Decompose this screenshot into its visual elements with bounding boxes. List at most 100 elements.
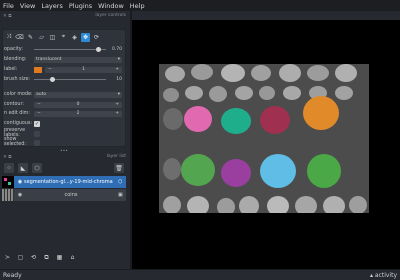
label-label: label: xyxy=(4,67,18,72)
erase-brush-icon[interactable]: ◈ xyxy=(70,33,79,42)
label-spinbox[interactable]: − 1 + xyxy=(45,66,122,73)
dock-drag-handle[interactable]: ••• xyxy=(60,149,68,154)
shuffle-colors-icon[interactable]: ⤨ xyxy=(4,33,13,42)
menu-help[interactable]: Help xyxy=(127,2,148,10)
dock-close-icon[interactable]: ✕ ⧉ xyxy=(3,13,11,19)
layer-thumbnail xyxy=(2,176,14,188)
blending-value: translucent xyxy=(36,57,62,62)
transpose-icon[interactable]: ⧉ xyxy=(42,253,51,262)
polygon-icon[interactable]: ▱ xyxy=(37,33,46,42)
new-labels-icon[interactable]: ⬡ xyxy=(32,163,42,173)
activity-button[interactable]: ▴ activity xyxy=(370,272,397,279)
brush-size-label: brush size: xyxy=(4,77,31,82)
layer-row[interactable]: ◉ segmentation-gl...y-19-mid-chroma ⬡ xyxy=(2,176,126,188)
transform-icon[interactable]: ⟳ xyxy=(92,33,101,42)
minus-icon[interactable]: − xyxy=(37,111,41,116)
layer-name: segmentation-gl...y-19-mid-chroma xyxy=(24,179,113,185)
fill-icon[interactable]: ◫ xyxy=(48,33,57,42)
blending-label: blending: xyxy=(4,57,27,62)
layer-list-title: layer list xyxy=(106,154,126,159)
coin xyxy=(217,198,235,213)
plus-icon[interactable]: + xyxy=(115,67,119,72)
console-icon[interactable]: ≻ xyxy=(3,253,12,262)
minus-icon[interactable]: − xyxy=(48,67,52,72)
contiguous-label: contiguous: xyxy=(4,121,33,126)
coin xyxy=(185,86,203,100)
labels-type-icon: ⬡ xyxy=(118,179,123,185)
coin xyxy=(259,86,275,100)
n-edit-dim-value: 2 xyxy=(76,111,80,116)
menu-window[interactable]: Window xyxy=(95,2,127,10)
coin xyxy=(163,108,183,130)
brush-size-value: 10 xyxy=(116,76,122,82)
layer-row[interactable]: ◉ coins ▣ xyxy=(2,189,126,201)
brush-size-slider[interactable]: 10 xyxy=(34,77,122,83)
new-points-icon[interactable]: ⁘ xyxy=(4,163,14,173)
eye-icon[interactable]: ◉ xyxy=(16,192,24,198)
menu-view[interactable]: View xyxy=(17,2,38,10)
contour-row: contour: − 0 + xyxy=(4,100,122,109)
color-mode-label: color mode: xyxy=(4,92,33,97)
segmented-coin-pink xyxy=(184,106,212,132)
coin xyxy=(295,196,317,213)
coins-image[interactable] xyxy=(159,64,369,213)
grid-icon[interactable]: ▦ xyxy=(55,253,64,262)
n-edit-dim-row: n edit dim: − 2 + xyxy=(4,109,122,118)
coin xyxy=(163,196,181,213)
menubar: File View Layers Plugins Window Help xyxy=(0,0,400,11)
n-edit-dim-spinbox[interactable]: − 2 + xyxy=(34,110,122,117)
contour-spinbox[interactable]: − 0 + xyxy=(34,101,122,108)
layer-list-close-icon[interactable]: ✕ ⧉ xyxy=(3,154,11,160)
coin xyxy=(323,196,345,213)
label-row: label: − 1 + xyxy=(4,65,122,74)
chevron-down-icon: ▾ xyxy=(117,57,120,62)
canvas-topbar xyxy=(132,11,400,20)
layer-thumbnail xyxy=(2,189,14,201)
status-bar: Ready ▴ activity xyxy=(0,269,400,280)
coin xyxy=(307,65,329,81)
pick-icon[interactable]: ⌖ xyxy=(59,33,68,42)
status-text: Ready xyxy=(3,271,22,279)
coin xyxy=(221,64,245,82)
color-mode-select[interactable]: auto ▾ xyxy=(34,91,122,98)
roll-icon[interactable]: ⟲ xyxy=(29,253,38,262)
coin xyxy=(239,196,259,213)
pan-zoom-icon[interactable]: ✥ xyxy=(81,32,90,42)
coin xyxy=(279,64,301,82)
opacity-slider[interactable]: 0.70 xyxy=(34,47,122,53)
preserve-labels-checkbox[interactable] xyxy=(34,130,40,137)
coin xyxy=(163,158,181,180)
contour-value: 0 xyxy=(76,102,80,107)
label-color-swatch xyxy=(34,66,42,73)
contour-label: contour: xyxy=(4,102,24,107)
eye-icon[interactable]: ◉ xyxy=(16,179,24,185)
home-icon[interactable]: ⌂ xyxy=(68,253,77,262)
delete-layer-icon[interactable]: 🗑 xyxy=(114,163,124,173)
minus-icon[interactable]: − xyxy=(37,102,41,107)
menu-file[interactable]: File xyxy=(0,2,17,10)
color-mode-row: color mode: auto ▾ xyxy=(4,90,122,99)
coin xyxy=(349,196,367,213)
coin xyxy=(335,86,353,100)
coin xyxy=(191,64,213,80)
n-edit-dim-label: n edit dim: xyxy=(4,111,30,116)
segmented-coin-green2 xyxy=(307,154,341,188)
erase-icon[interactable]: ⌫ xyxy=(15,33,24,42)
segmented-coin-green xyxy=(181,154,215,186)
brush-size-knob[interactable] xyxy=(49,77,55,82)
new-shapes-icon[interactable]: ◣ xyxy=(18,163,28,173)
contiguous-checkbox[interactable]: ✓ xyxy=(34,120,40,127)
opacity-value: 0.70 xyxy=(111,46,122,52)
blending-select[interactable]: translucent ▾ xyxy=(34,56,122,63)
left-dock: ✕ ⧉ layer controls ⤨ ⌫ ✎ ▱ ◫ ⌖ ◈ ✥ ⟳ opa… xyxy=(0,11,130,269)
paint-icon[interactable]: ✎ xyxy=(26,33,35,42)
show-selected-checkbox[interactable] xyxy=(34,139,40,146)
menu-plugins[interactable]: Plugins xyxy=(66,2,95,10)
contiguous-row: contiguous: ✓ xyxy=(4,119,122,128)
opacity-knob[interactable] xyxy=(95,47,101,52)
plus-icon[interactable]: + xyxy=(115,111,119,116)
menu-layers[interactable]: Layers xyxy=(38,2,66,10)
activity-label: activity xyxy=(374,271,397,279)
ndisplay-icon[interactable]: ▢ xyxy=(16,253,25,262)
plus-icon[interactable]: + xyxy=(115,102,119,107)
